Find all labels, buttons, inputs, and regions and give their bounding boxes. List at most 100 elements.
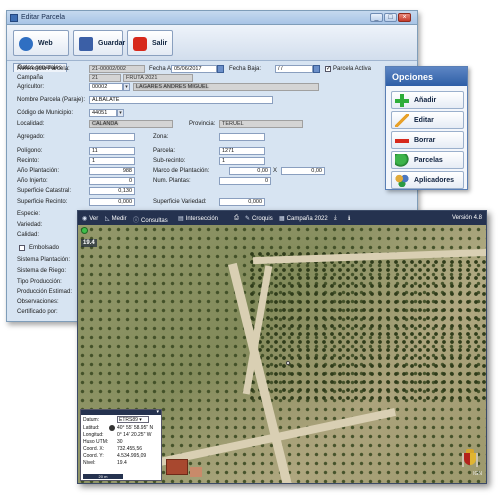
coord-x-label: Coord. X: [83,446,105,452]
menu-croquis[interactable]: ✎ Croquis [245,215,273,222]
print-icon[interactable]: ⎙ [234,215,239,222]
pencil-icon: ✎ [245,216,251,222]
marco-plantacion-label: Marco de Plantación: [153,168,210,174]
chevron-down-icon[interactable]: ▾ [123,83,130,91]
toolbar: Web Guardar Salir [7,25,417,61]
datum-select[interactable]: ETRS89 ▾ [117,416,149,423]
plus-icon [395,94,409,107]
municipio-field[interactable]: 44051 [89,109,117,117]
globe-icon [19,37,33,51]
menu-campana[interactable]: ▦ Campaña 2022 [279,215,328,222]
nivel-value: 19.4 [117,460,127,466]
collapse-icon[interactable]: ▾ [156,409,159,415]
delete-button[interactable]: Borrar [391,131,464,149]
tipo-produccion-label: Tipo Producción: [17,279,62,285]
chevron-down-icon[interactable]: ▾ [117,109,124,117]
save-button[interactable]: Guardar [73,30,125,56]
edit-button-label: Editar [414,117,434,124]
crosshair-marker [286,361,290,365]
coord-x-value: 732.455,56 [117,446,143,452]
referencia-field[interactable]: 21-00002/002 [89,65,145,73]
locate-icon[interactable] [109,425,115,431]
poligono-label: Polígono: [17,148,43,154]
coordinates-panel-header: ▾ [81,409,161,415]
sistema-plantacion-label: Sistema Plantación: [17,257,71,263]
add-button[interactable]: Añadir [391,91,464,109]
exit-button[interactable]: Salir [127,30,173,56]
marco-b-field[interactable]: 0,00 [281,167,325,175]
num-plantas-field[interactable]: 0 [219,177,271,185]
municipio-label: Código de Municipio: [17,110,74,116]
fecha-baja-field[interactable]: / / [275,65,313,73]
pencil-icon [395,114,409,127]
edit-button[interactable]: Editar [391,111,464,129]
maximize-button[interactable]: □ [384,13,397,22]
provincia-label: Provincia: [189,121,216,127]
fecha-alta-field[interactable]: 05/06/2017 [171,65,217,73]
building-roof [190,467,202,477]
gps-status-icon[interactable] [81,227,88,234]
datum-label: Datum: [83,417,100,423]
sup-recinto-field[interactable]: 0,000 [89,198,135,206]
embolsado-checkbox[interactable] [19,245,25,251]
olive-grove [248,250,486,400]
menu-consultas[interactable]: ⓘ Consultas [133,215,168,224]
info-icon[interactable]: ℹ [348,215,350,222]
menu-interseccion[interactable]: ▤ Intersección [178,215,218,222]
parcela-activa-label: Parcela Activa [333,66,372,72]
agricultor-name-field: LAGARES ANDRES MIGUEL [133,83,319,91]
zona-field[interactable] [219,133,265,141]
delete-button-label: Borrar [414,137,436,144]
calendar-icon[interactable] [217,65,224,73]
menu-campana-label: Campaña 2022 [286,216,328,222]
coordinates-panel: ▾ Datum: ETRS89 ▾ Latitud: 40° 55' 58.95… [80,409,162,481]
applicators-button[interactable]: Aplicadores [391,171,464,189]
recinto-field[interactable]: 1 [89,157,135,165]
exit-button-label: Salir [152,40,168,47]
sup-recinto-label: Superficie Recinto: [17,199,68,205]
provincia-field: TERUEL [219,120,303,128]
huso-label: Huso UTM: [83,439,109,445]
minus-icon [395,134,409,147]
version-text: Versión 4.8 [451,215,482,221]
agricultor-code-field[interactable]: 00002 [89,83,123,91]
fecha-baja-label: Fecha Baja: [229,66,262,72]
ano-injerto-field[interactable]: 0 [89,177,135,185]
coord-y-label: Coord. Y: [83,453,104,459]
ano-injerto-label: Año Injerto: [17,178,48,184]
menu-ver[interactable]: ◉ Ver [82,215,98,222]
menu-consultas-label: Consultas [141,218,168,224]
parcels-button[interactable]: Parcelas [391,151,464,169]
localidad-field: CALANDA [89,120,173,128]
sup-variedad-field[interactable]: 0,000 [219,198,265,206]
menu-interseccion-label: Intersección [185,216,219,222]
applicators-button-label: Aplicadores [414,177,455,184]
menu-croquis-label: Croquis [252,216,273,222]
huso-value: 30 [117,439,123,445]
poligono-field[interactable]: 11 [89,147,135,155]
title-bar: Editar Parcela _ □ × [7,11,417,25]
campana-number-field: 21 [89,74,121,82]
people-icon [395,174,409,187]
parcela-activa-checkbox[interactable]: ✓ [325,66,331,72]
nombre-parcela-field[interactable]: ALBALATE [89,96,273,104]
download-icon[interactable]: ⤓ [334,215,337,222]
minimize-button[interactable]: _ [370,13,383,22]
web-button[interactable]: Web [13,30,69,56]
ruler-icon: ◺ [105,216,110,222]
zoom-level: 19.4 [81,239,97,247]
marco-a-field[interactable]: 0,00 [229,167,271,175]
observaciones-label: Observaciones: [17,299,59,305]
close-button[interactable]: × [398,13,411,22]
options-panel: Opciones Añadir Editar Borrar Parcelas A… [385,66,468,190]
parcela-field[interactable]: 1271 [219,147,265,155]
options-title: Opciones [386,67,467,86]
menu-medir[interactable]: ◺ Medir [105,215,127,222]
sup-catastral-field[interactable]: 0,130 [89,187,135,195]
agregado-field[interactable] [89,133,135,141]
parcela-label: Parcela: [153,148,176,154]
subrecinto-field[interactable]: 1 [219,157,265,165]
info-circle-icon: ⓘ [133,218,140,224]
ano-plantacion-field[interactable]: 988 [89,167,135,175]
calendar-icon[interactable] [313,65,320,73]
